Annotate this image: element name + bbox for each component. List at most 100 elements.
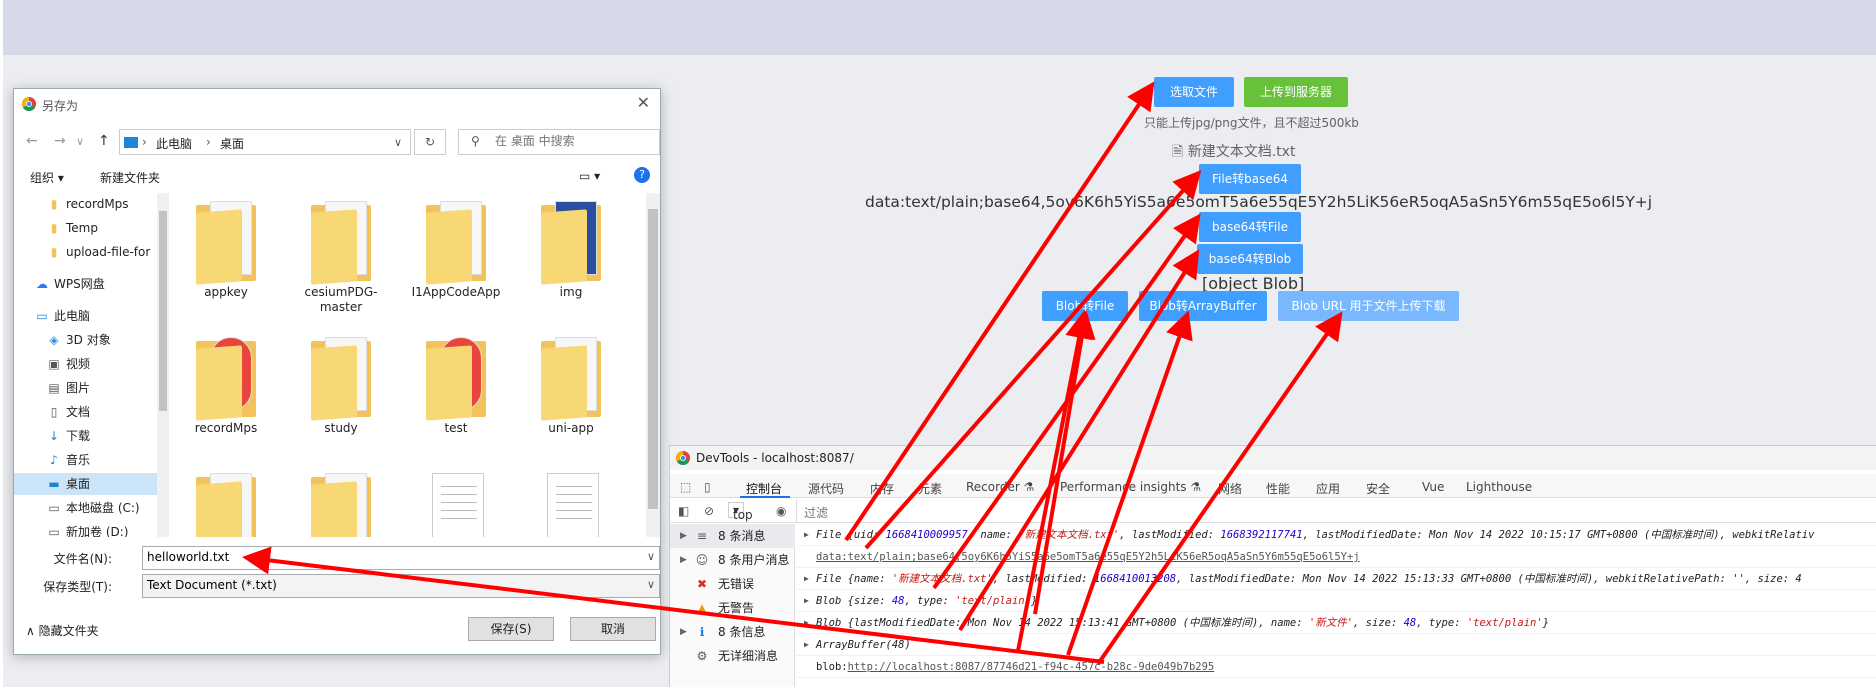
view-icon[interactable]: ▭ ▾ bbox=[579, 169, 600, 183]
file-item-folder[interactable] bbox=[174, 465, 278, 537]
select-file-button[interactable]: 选取文件 bbox=[1154, 77, 1234, 107]
file-to-base64-button[interactable]: File转base64 bbox=[1199, 164, 1301, 194]
recent-dropdown-icon[interactable]: ∨ bbox=[76, 135, 84, 148]
base64-to-blob-button[interactable]: base64转Blob bbox=[1197, 244, 1303, 274]
file-item-uni-app[interactable]: uni-app bbox=[519, 329, 623, 459]
tree-item-documents[interactable]: ▯ 文档 bbox=[14, 401, 164, 423]
file-item-recordmps[interactable]: recordMps bbox=[174, 329, 278, 459]
blob-to-file-button[interactable]: Blob转File bbox=[1042, 291, 1128, 321]
sidebar-item-verbose[interactable]: ⚙ 无详细消息 bbox=[670, 644, 795, 668]
tree-item-wps-cloud[interactable]: ☁ WPS网盘 bbox=[14, 273, 164, 295]
tree-scrollbar[interactable] bbox=[157, 193, 168, 537]
help-icon[interactable]: ? bbox=[634, 167, 650, 183]
tree-item-temp[interactable]: ▮ Temp bbox=[14, 217, 164, 239]
expand-triangle-icon[interactable]: ▶ bbox=[804, 612, 809, 633]
sidebar-item-user-messages[interactable]: ▶ ☺ 8 条用户消息 bbox=[670, 548, 795, 572]
sidebar-item-errors[interactable]: ✖ 无错误 bbox=[670, 572, 795, 596]
chevron-down-icon[interactable]: ∨ bbox=[394, 136, 402, 149]
log-line[interactable]: ▶ File {name: '新建文本文档.txt', lastModified:… bbox=[796, 568, 1876, 590]
file-item-img[interactable]: img bbox=[519, 193, 623, 323]
context-select[interactable]: top ▾ bbox=[728, 502, 753, 522]
address-bar[interactable]: › 此电脑 › 桌面 ∨ bbox=[119, 129, 411, 155]
log-line[interactable]: data:text/plain;base64,5oy6K6h5YiS5a6e5o… bbox=[796, 546, 1876, 568]
new-folder-button[interactable]: 新建文件夹 bbox=[100, 169, 160, 186]
tab-performance-insights[interactable]: Performance insights ⚗ bbox=[1060, 480, 1201, 494]
sidebar-item-warnings[interactable]: ▲ 无警告 bbox=[670, 596, 795, 620]
tab-network[interactable]: 网络 bbox=[1218, 480, 1242, 497]
sidebar-item-info[interactable]: ▶ ℹ 8 条信息 bbox=[670, 620, 795, 644]
file-item-folder[interactable] bbox=[289, 465, 393, 537]
tree-item-this-pc[interactable]: ▭ 此电脑 bbox=[14, 305, 164, 327]
tree-item-pictures[interactable]: ▤ 图片 bbox=[14, 377, 164, 399]
tree-item-local-disk-c[interactable]: ▭ 本地磁盘 (C:) bbox=[14, 497, 164, 519]
log-line[interactable]: ▶ Blob {lastModifiedDate: Mon Nov 14 2022… bbox=[796, 612, 1876, 634]
log-line[interactable]: ▶ ArrayBuffer(48) bbox=[796, 634, 1876, 656]
file-item-test[interactable]: test bbox=[404, 329, 508, 459]
blob-url-button[interactable]: Blob URL 用于文件上传下载 bbox=[1278, 291, 1459, 321]
base64-to-file-button[interactable]: base64转File bbox=[1199, 212, 1301, 242]
log-line[interactable]: ▶ Blob {size: 48, type: 'text/plain'} bbox=[796, 590, 1876, 612]
blob-to-arraybuffer-button[interactable]: Blob转ArrayBuffer bbox=[1139, 291, 1267, 321]
expand-triangle-icon[interactable]: ▶ bbox=[804, 634, 809, 655]
forward-arrow-icon[interactable]: → bbox=[54, 133, 66, 149]
tree-item-recordmps[interactable]: ▮ recordMps bbox=[14, 193, 164, 215]
chevron-down-icon[interactable]: ∨ bbox=[647, 578, 655, 591]
search-input[interactable] bbox=[495, 134, 645, 148]
clear-console-icon[interactable]: ⊘ bbox=[704, 504, 714, 518]
tab-security[interactable]: 安全 bbox=[1366, 480, 1390, 497]
save-button[interactable]: 保存(S) bbox=[468, 617, 554, 641]
filename-input[interactable] bbox=[147, 550, 627, 564]
tab-vue[interactable]: Vue bbox=[1422, 480, 1444, 494]
scrollbar-thumb[interactable] bbox=[648, 209, 658, 509]
expand-triangle-icon[interactable]: ▶ bbox=[804, 524, 809, 545]
organize-menu[interactable]: 组织 ▾ bbox=[30, 169, 64, 186]
file-item-study[interactable]: study bbox=[289, 329, 393, 459]
search-box[interactable]: ⚲ bbox=[458, 129, 660, 155]
expand-triangle-icon[interactable]: ▶ bbox=[804, 590, 809, 611]
file-item-document[interactable] bbox=[404, 465, 508, 537]
inspect-icon[interactable]: ⬚ bbox=[680, 480, 691, 494]
tree-item-downloads[interactable]: ↓ 下载 bbox=[14, 425, 164, 447]
tree-item-videos[interactable]: ▣ 视频 bbox=[14, 353, 164, 375]
tab-elements[interactable]: 元素 bbox=[918, 480, 942, 497]
tree-item-disk-d[interactable]: ▭ 新加卷 (D:) bbox=[14, 521, 164, 537]
cancel-button[interactable]: 取消 bbox=[570, 617, 656, 641]
tab-recorder[interactable]: Recorder ⚗ bbox=[966, 480, 1034, 494]
tree-item-upload-file[interactable]: ▮ upload-file-for bbox=[14, 241, 164, 263]
close-icon[interactable]: ✕ bbox=[637, 93, 650, 112]
file-item-document[interactable] bbox=[519, 465, 623, 537]
device-toolbar-icon[interactable]: ▯ bbox=[704, 480, 711, 494]
breadcrumb-desktop[interactable]: 桌面 bbox=[220, 135, 244, 152]
filetype-select[interactable]: Text Document (*.txt) ∨ bbox=[142, 574, 660, 598]
expand-triangle-icon[interactable]: ▶ bbox=[804, 568, 809, 589]
upload-button[interactable]: 上传到服务器 bbox=[1244, 77, 1348, 107]
up-arrow-icon[interactable]: ↑ bbox=[98, 133, 110, 149]
refresh-icon[interactable]: ↻ bbox=[414, 129, 446, 155]
filename-field[interactable]: ∨ bbox=[142, 546, 660, 570]
log-line[interactable]: ▶ File {uid: 1668410009957, name: '新建文本文档… bbox=[796, 524, 1876, 546]
tab-lighthouse[interactable]: Lighthouse bbox=[1466, 480, 1532, 494]
file-item-cesiumpdg[interactable]: cesiumPDG-master bbox=[289, 193, 393, 323]
eye-icon[interactable]: ◉ bbox=[776, 504, 786, 518]
tab-sources[interactable]: 源代码 bbox=[808, 480, 844, 497]
breadcrumb-pc[interactable]: 此电脑 bbox=[156, 135, 192, 152]
file-grid-scrollbar[interactable] bbox=[646, 193, 660, 537]
tab-performance[interactable]: 性能 bbox=[1266, 480, 1290, 497]
log-line[interactable]: blob:http://localhost:8087/87746d21-f94c… bbox=[796, 656, 1876, 678]
chevron-down-icon[interactable]: ∨ bbox=[647, 550, 655, 563]
scrollbar-thumb[interactable] bbox=[159, 211, 167, 411]
tab-memory[interactable]: 内存 bbox=[870, 480, 894, 497]
tree-item-music[interactable]: ♪ 音乐 bbox=[14, 449, 164, 471]
file-item-appkey[interactable]: appkey bbox=[174, 193, 278, 323]
hide-folders-toggle[interactable]: ∧ 隐藏文件夹 bbox=[26, 622, 99, 639]
tab-application[interactable]: 应用 bbox=[1316, 480, 1340, 497]
sidebar-toggle-icon[interactable]: ◧ bbox=[678, 504, 689, 518]
file-list-item[interactable]: 🗎 新建文本文档.txt bbox=[1172, 141, 1295, 165]
file-item-i1appcodeapp[interactable]: I1AppCodeApp bbox=[404, 193, 508, 323]
tree-item-3d-objects[interactable]: ◈ 3D 对象 bbox=[14, 329, 164, 351]
tab-console[interactable]: 控制台 bbox=[746, 480, 782, 497]
tree-item-desktop[interactable]: ▬ 桌面 bbox=[14, 473, 164, 495]
back-arrow-icon[interactable]: ← bbox=[26, 133, 38, 149]
sidebar-item-messages[interactable]: ▶ ≡ 8 条消息 bbox=[670, 524, 795, 548]
filter-input[interactable]: 过滤 bbox=[804, 504, 828, 521]
